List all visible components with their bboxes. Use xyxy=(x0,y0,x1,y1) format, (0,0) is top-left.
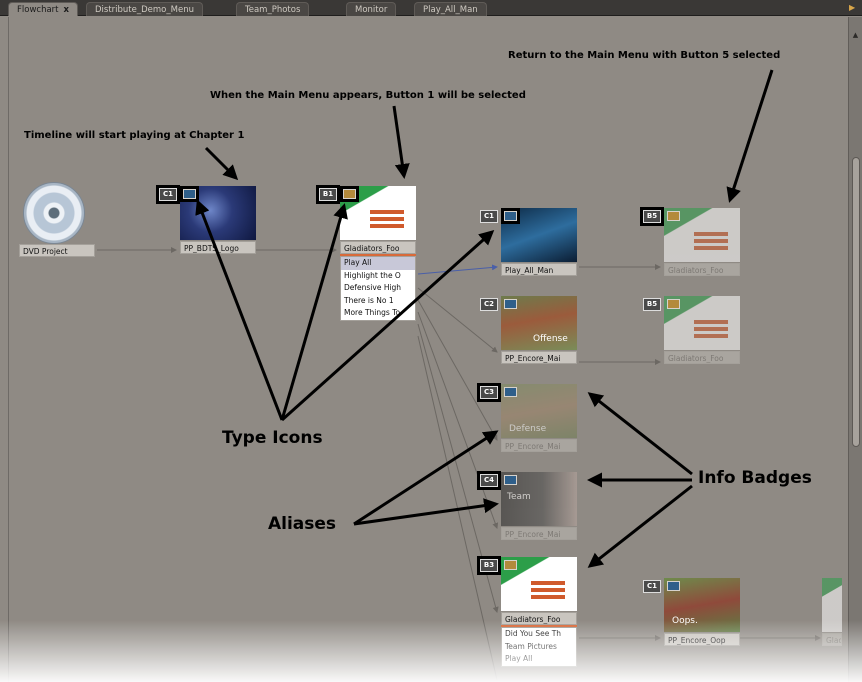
callout-return: Return to the Main Menu with Button 5 se… xyxy=(508,50,781,61)
info-badge: C1 xyxy=(480,210,498,223)
vertical-scrollbar[interactable]: ▲ xyxy=(848,17,862,682)
button-row[interactable]: Highlight the O xyxy=(341,270,415,283)
tab-distribute-demo-menu[interactable]: Distribute_Demo_Menu xyxy=(86,2,203,16)
tab-play-all-man[interactable]: Play_All_Man xyxy=(414,2,487,16)
panel-menu-icon[interactable]: ▶ xyxy=(849,3,859,13)
menu-type-icon xyxy=(340,186,359,202)
node-label: Gladiators_Foo xyxy=(664,351,740,364)
info-badge: B1 xyxy=(316,185,340,204)
encore-flowchart-window: Flowchart x Distribute_Demo_Menu Team_Pho… xyxy=(0,0,862,682)
timeline-type-icon xyxy=(504,475,517,485)
node-label: Gladiators_Foo xyxy=(340,241,416,254)
node-label: PP_Encore_Mai xyxy=(501,439,577,452)
close-icon[interactable]: x xyxy=(64,5,69,15)
node-label: PP_Encore_Mai xyxy=(501,351,577,364)
button-row[interactable]: Play All xyxy=(502,653,576,666)
tab-label: Play_All_Man xyxy=(423,5,478,15)
tab-label: Flowchart xyxy=(17,5,59,15)
thumbnail-caption: Defense xyxy=(509,424,547,434)
button-row[interactable]: Defensive High xyxy=(341,282,415,295)
node-label: Gladiators_Foo xyxy=(501,612,577,625)
tab-label: Distribute_Demo_Menu xyxy=(95,5,194,15)
node-label: PP_BDTS_Logo xyxy=(180,241,256,254)
menu-type-icon xyxy=(667,211,680,221)
button-list: Play All Highlight the O Defensive High … xyxy=(340,256,416,321)
callout-info-badges: Info Badges xyxy=(698,468,812,488)
panel-tab-bar: Flowchart x Distribute_Demo_Menu Team_Pho… xyxy=(0,0,862,16)
tab-flowchart[interactable]: Flowchart x xyxy=(8,2,78,16)
button-row[interactable]: Play All xyxy=(341,257,415,270)
scroll-up-arrow-icon[interactable]: ▲ xyxy=(851,31,860,40)
timeline-type-icon xyxy=(501,208,520,224)
thumbnail-caption: Oops. xyxy=(672,616,698,626)
menu-thumbnail xyxy=(822,578,842,632)
menu-type-icon xyxy=(504,560,517,570)
timeline-type-icon xyxy=(504,299,517,309)
tab-monitor[interactable]: Monitor xyxy=(346,2,397,16)
callout-aliases: Aliases xyxy=(268,514,337,534)
thumbnail-caption: Offense xyxy=(533,334,568,344)
tab-label: Monitor xyxy=(355,5,388,15)
info-badge: B3 xyxy=(477,556,501,575)
info-badge: C4 xyxy=(477,471,501,490)
info-badge: C2 xyxy=(480,298,498,311)
button-row[interactable]: Did You See Th xyxy=(502,628,576,641)
button-row[interactable]: There is No 1 xyxy=(341,295,415,308)
node-label: PP_Encore_Mai xyxy=(501,527,577,540)
timeline-type-icon xyxy=(504,387,517,397)
menu-type-icon xyxy=(667,299,680,309)
node-label: Gladiators_Foo xyxy=(664,263,740,276)
info-badge: C3 xyxy=(477,383,501,402)
node-label: PP_Encore_Oop xyxy=(664,633,740,646)
button-list: Did You See Th Team Pictures Play All xyxy=(501,627,577,667)
tab-team-photos[interactable]: Team_Photos xyxy=(236,2,310,16)
callout-type-icons: Type Icons xyxy=(222,428,323,448)
node-label: Glad xyxy=(822,633,842,646)
button-row[interactable]: More Things To xyxy=(341,307,415,320)
info-badge: B5 xyxy=(640,207,664,226)
dvd-disc-icon xyxy=(23,182,85,244)
info-badge: C1 xyxy=(643,580,661,593)
timeline-type-icon xyxy=(667,581,680,591)
callout-timeline: Timeline will start playing at Chapter 1 xyxy=(24,130,245,141)
info-badge: C1 xyxy=(156,185,180,204)
thumbnail-caption: Team xyxy=(507,492,531,502)
info-badge: B5 xyxy=(643,298,661,311)
node-label: Play_All_Man xyxy=(501,263,577,276)
button-row[interactable]: Team Pictures xyxy=(502,641,576,654)
callout-main-menu: When the Main Menu appears, Button 1 wil… xyxy=(210,90,526,101)
tab-label: Team_Photos xyxy=(245,5,301,15)
node-label: DVD Project xyxy=(19,244,95,257)
scroll-thumb[interactable] xyxy=(852,157,860,447)
timeline-type-icon xyxy=(180,186,199,202)
